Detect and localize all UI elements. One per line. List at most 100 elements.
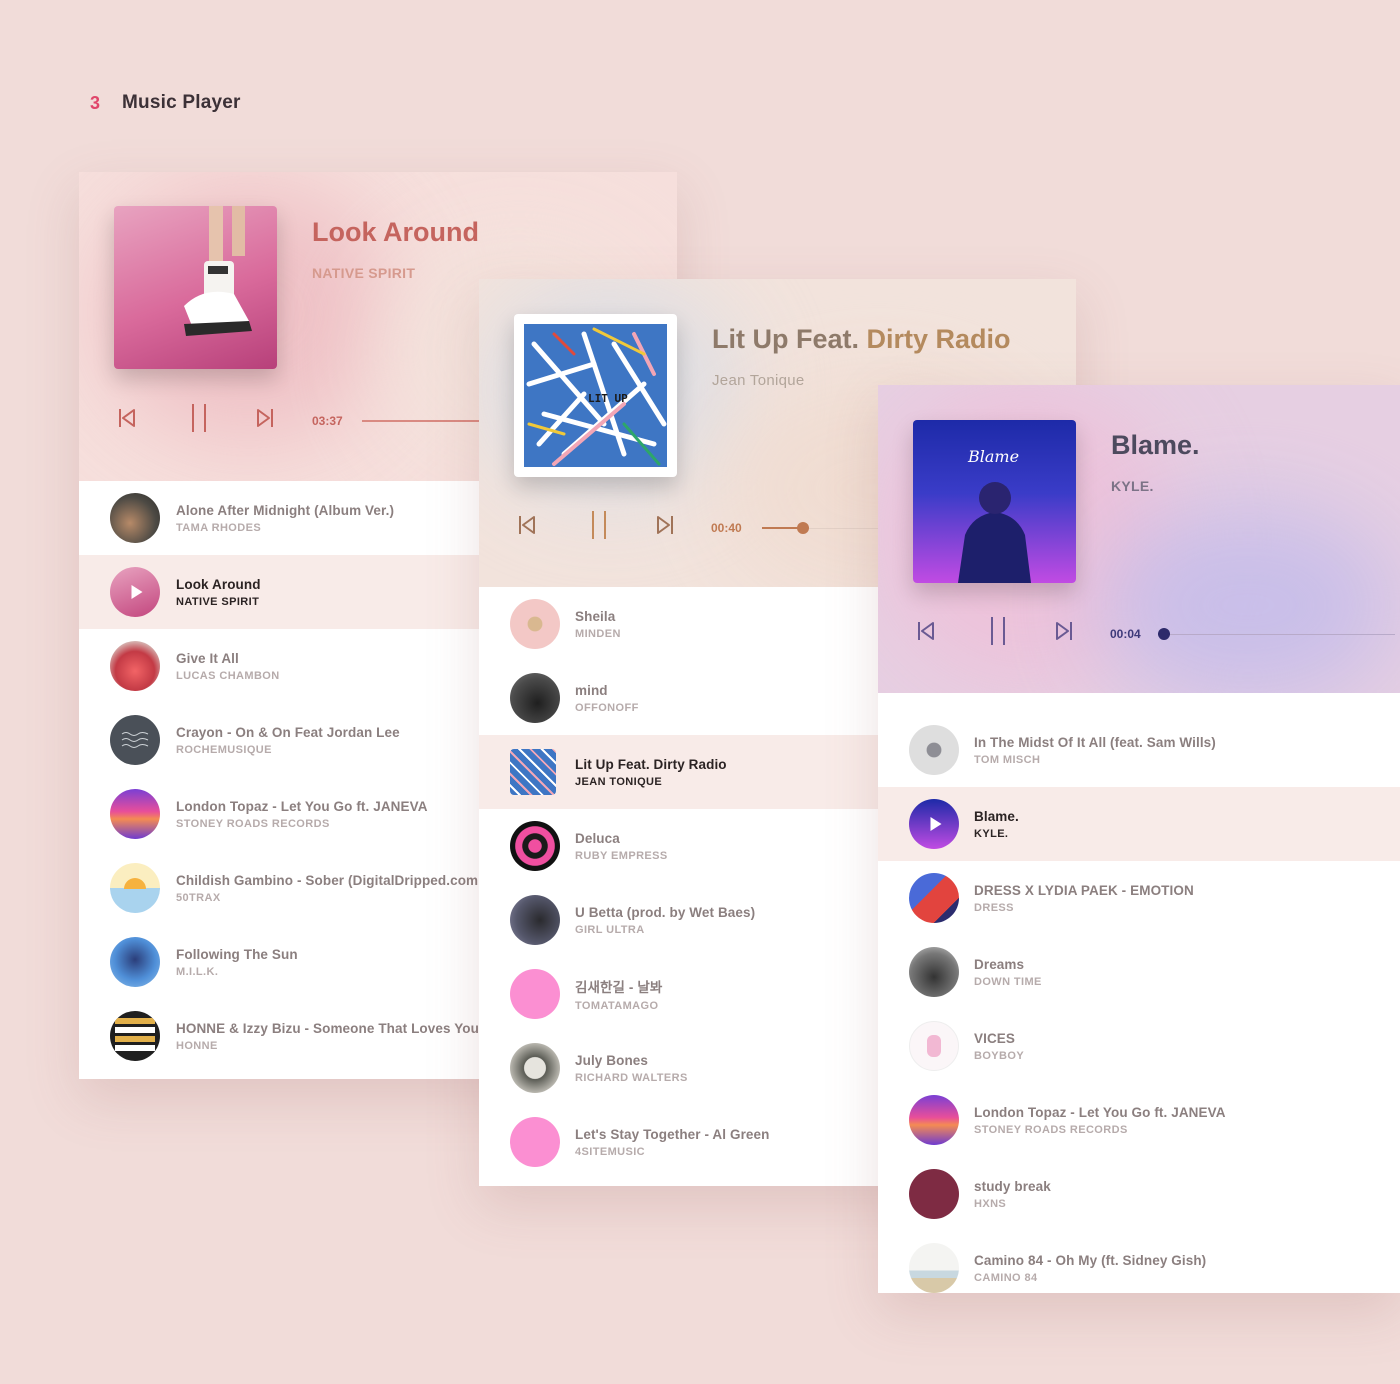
track-artist: RICHARD WALTERS <box>575 1071 688 1084</box>
elapsed-time: 00:04 <box>1110 627 1141 641</box>
track-title: Crayon - On & On Feat Jordan Lee <box>176 724 400 740</box>
track-artist: RUBY EMPRESS <box>575 849 668 862</box>
now-playing-artist: KYLE. <box>1111 478 1154 494</box>
list-item-playing[interactable]: Blame. KYLE. <box>878 787 1400 861</box>
previous-button[interactable] <box>914 619 938 643</box>
track-thumbnail <box>909 873 959 923</box>
next-button[interactable] <box>653 513 677 537</box>
track-title: Alone After Midnight (Album Ver.) <box>176 502 395 518</box>
list-item[interactable]: DRESS X LYDIA PAEK - EMOTION DRESS <box>878 861 1400 935</box>
track-thumbnail <box>110 641 160 691</box>
portrait-artwork: Blame <box>958 447 1031 583</box>
skip-next-icon <box>657 516 673 534</box>
track-title: Following The Sun <box>176 946 298 962</box>
track-title: London Topaz - Let You Go ft. JANEVA <box>176 798 428 814</box>
album-cover: LIT UP <box>514 314 677 477</box>
track-title: Let's Stay Together - Al Green <box>575 1126 770 1142</box>
progress-bar <box>762 527 802 529</box>
track-title: July Bones <box>575 1052 649 1068</box>
player-card-blame: Blame Blame. KYLE. 00:04 In The Midst Of… <box>878 385 1400 1293</box>
track-title: mind <box>575 682 608 698</box>
track-artist: 4SITEMUSIC <box>575 1145 646 1158</box>
track-artist: LUCAS CHAMBON <box>176 669 280 682</box>
list-item[interactable]: study break HXNS <box>878 1157 1400 1231</box>
pause-icon <box>592 511 606 539</box>
track-artist: STONEY ROADS RECORDS <box>176 817 330 830</box>
progress-handle[interactable] <box>797 522 809 534</box>
wave-icon <box>121 732 149 748</box>
next-button[interactable] <box>1052 619 1076 643</box>
track-thumbnail <box>110 937 160 987</box>
track-artist: JEAN TONIQUE <box>575 775 663 788</box>
track-artist: BOYBOY <box>974 1049 1025 1062</box>
track-title: Camino 84 - Oh My (ft. Sidney Gish) <box>974 1252 1207 1268</box>
now-playing-title: Blame. <box>1111 430 1200 460</box>
track-thumbnail <box>510 1117 560 1167</box>
track-artist: DOWN TIME <box>974 975 1042 988</box>
cover-text: LIT UP <box>588 392 628 405</box>
track-thumbnail <box>909 1243 959 1293</box>
track-title: Sheila <box>575 608 616 624</box>
track-title: Lit Up Feat. Dirty Radio <box>575 756 727 772</box>
track-thumbnail <box>909 947 959 997</box>
pause-button[interactable] <box>984 615 1012 647</box>
now-playing-artist: Jean Tonique <box>712 372 805 389</box>
list-item[interactable]: Dreams DOWN TIME <box>878 935 1400 1009</box>
pause-icon <box>192 404 206 432</box>
list-item[interactable]: In The Midst Of It All (feat. Sam Wills)… <box>878 713 1400 787</box>
track-title: study break <box>974 1178 1051 1194</box>
progress-track[interactable] <box>1165 634 1395 635</box>
track-artist: MINDEN <box>575 627 621 640</box>
track-thumbnail <box>909 799 959 849</box>
track-artist: TOM MISCH <box>974 753 1041 766</box>
previous-button[interactable] <box>515 513 539 537</box>
cover-text: Blame <box>967 447 1019 466</box>
track-thumbnail <box>110 863 160 913</box>
matchsticks-artwork: LIT UP <box>524 324 667 467</box>
skip-previous-icon <box>519 516 535 534</box>
play-icon <box>131 585 143 599</box>
list-item[interactable]: VICES BOYBOY <box>878 1009 1400 1083</box>
skip-previous-icon <box>119 409 135 427</box>
track-thumbnail <box>510 895 560 945</box>
list-item[interactable]: Camino 84 - Oh My (ft. Sidney Gish) CAMIN… <box>878 1231 1400 1293</box>
pause-button[interactable] <box>185 402 213 434</box>
elapsed-time: 03:37 <box>312 414 343 428</box>
track-title: U Betta (prod. by Wet Baes) <box>575 904 756 920</box>
track-artist: NATIVE SPIRIT <box>176 595 260 608</box>
elapsed-time: 00:40 <box>711 521 742 535</box>
now-playing-title: Look Around <box>312 217 479 247</box>
skip-previous-icon <box>918 622 934 640</box>
track-thumbnail <box>110 567 160 617</box>
track-artist: 50TRAX <box>176 891 221 904</box>
track-title: Blame. <box>974 808 1019 824</box>
track-artist: STONEY ROADS RECORDS <box>974 1123 1128 1136</box>
track-title: Dreams <box>974 956 1025 972</box>
title-part-1: Lit Up Feat. <box>712 324 859 354</box>
track-thumbnail <box>510 1043 560 1093</box>
track-thumbnail <box>110 493 160 543</box>
next-button[interactable] <box>253 406 277 430</box>
track-thumbnail <box>510 673 560 723</box>
progress-handle[interactable] <box>1158 628 1170 640</box>
track-thumbnail <box>510 749 556 795</box>
track-title: 김새한길 - 날봐 <box>575 980 663 995</box>
pause-button[interactable] <box>585 509 613 541</box>
track-title: Deluca <box>575 830 620 846</box>
track-artist: HXNS <box>974 1197 1007 1210</box>
section-heading: 3 Music Player <box>90 92 241 114</box>
skip-next-icon <box>257 409 273 427</box>
play-icon <box>930 817 942 831</box>
pause-icon <box>991 617 1005 645</box>
track-title: VICES <box>974 1030 1016 1046</box>
section-number: 3 <box>90 92 101 113</box>
track-thumbnail <box>909 1169 959 1219</box>
track-artist: GIRL ULTRA <box>575 923 645 936</box>
list-item[interactable]: London Topaz - Let You Go ft. JANEVA STON… <box>878 1083 1400 1157</box>
track-thumbnail <box>510 821 560 871</box>
track-title: Childish Gambino - Sober (DigitalDripped… <box>176 872 479 888</box>
track-thumbnail <box>909 1095 959 1145</box>
album-cover: Blame <box>913 420 1076 583</box>
previous-button[interactable] <box>115 406 139 430</box>
now-playing-artist: NATIVE SPIRIT <box>312 265 416 281</box>
